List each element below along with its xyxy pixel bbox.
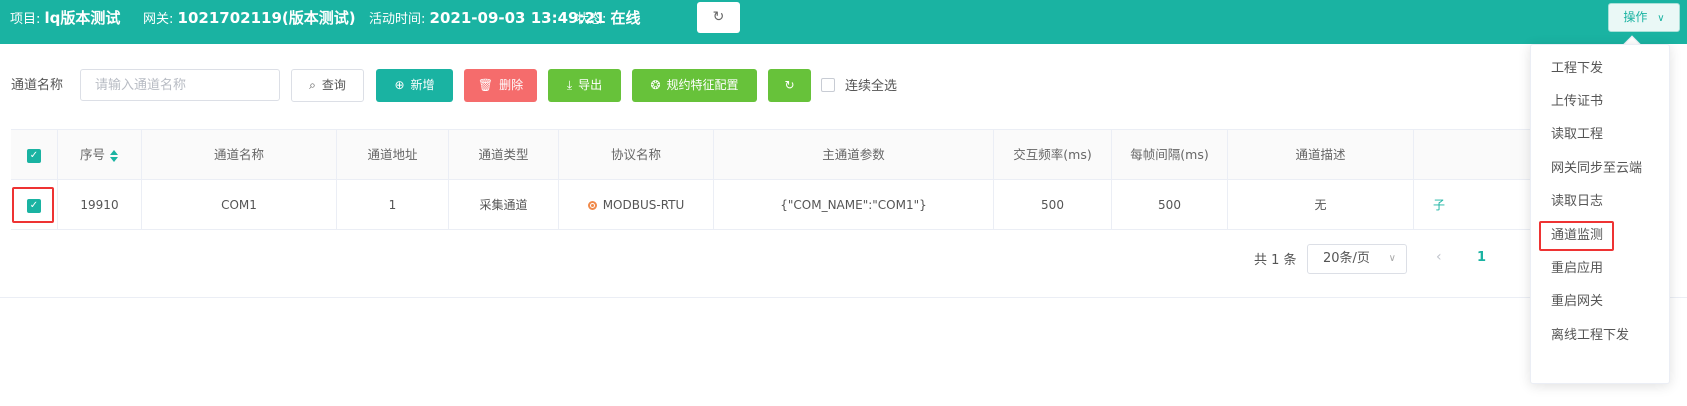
column-header-params: 主通道参数 (713, 130, 993, 180)
chevron-down-icon: ∨ (1388, 253, 1396, 264)
column-header-name: 通道名称 (141, 130, 336, 180)
protocol-config-button[interactable]: ❂ 规约特征配置 (632, 69, 757, 102)
download-icon: ⤓ (566, 78, 573, 92)
sort-icon[interactable] (109, 149, 119, 162)
menu-item-read-project[interactable]: 读取工程 (1531, 121, 1671, 149)
row-checkbox-cell[interactable]: ✓ (11, 180, 57, 230)
refresh-icon: ↻ (784, 78, 795, 92)
cell-interval: 500 (1111, 180, 1227, 230)
operation-label: 操作 (1623, 10, 1648, 24)
gateway-value: 1021702119(版本测试) (177, 9, 356, 27)
delete-button[interactable]: 🗑︎ 删除 (464, 69, 537, 102)
trash-icon: 🗑︎ (477, 78, 494, 92)
cell-seq: 19910 (57, 180, 141, 230)
cell-freq: 500 (993, 180, 1111, 230)
menu-item-deploy-project[interactable]: 工程下发 (1531, 55, 1671, 83)
active-time-label: 活动时间: (369, 12, 426, 27)
project-label: 项目: (10, 12, 41, 27)
current-page[interactable]: 1 (1477, 250, 1486, 265)
column-header-protocol: 协议名称 (558, 130, 713, 180)
chevron-down-icon: ∨ (1657, 13, 1665, 24)
project-info: 项目: lq版本测试 (10, 0, 120, 36)
prev-page-button[interactable]: ‹ (1436, 249, 1442, 265)
cell-type: 采集通道 (448, 180, 558, 230)
add-button[interactable]: ⊕ 新增 (376, 69, 453, 102)
radio-dot-icon (587, 201, 597, 210)
section-divider (0, 297, 1687, 298)
row-operation-link[interactable]: 子 (1424, 180, 1454, 230)
table-row[interactable]: ✓ 19910 COM1 1 采集通道 MODBUS-RTU {"COM_NAM… (11, 180, 1551, 230)
column-header-address: 通道地址 (336, 130, 448, 180)
cell-desc: 无 (1227, 180, 1413, 230)
query-button[interactable]: ⌕ 查询 (291, 69, 364, 102)
channel-table: ✓ 序号 通道名称 通道地址 通道类型 协议名称 主通道参数 交互频率(ms) … (11, 129, 1551, 230)
page-size-select[interactable]: 20条/页 ∨ (1307, 244, 1407, 274)
cell-protocol: MODBUS-RTU (558, 180, 713, 230)
export-label: 导出 (578, 78, 603, 92)
add-label: 新增 (410, 78, 435, 92)
project-value: lq版本测试 (44, 9, 121, 27)
operation-dropdown-button[interactable]: 操作 ∨ (1608, 3, 1680, 32)
channel-name-search-input[interactable] (80, 69, 280, 101)
query-label: 查询 (321, 78, 346, 92)
menu-item-restart-app[interactable]: 重启应用 (1531, 255, 1671, 283)
gateway-info: 网关: 1021702119(版本测试) (143, 0, 356, 36)
header-refresh-button[interactable]: ↻ (697, 2, 740, 33)
menu-item-channel-monitor[interactable]: 通道监测 (1531, 221, 1671, 251)
status-value: 在线 (610, 9, 641, 27)
select-all-label: 连续全选 (845, 79, 898, 94)
column-header-interval: 每帧间隔(ms) (1111, 130, 1227, 180)
top-header: 项目: lq版本测试 网关: 1021702119(版本测试) 活动时间: 20… (0, 0, 1687, 44)
cell-protocol-text: MODBUS-RTU (602, 198, 685, 212)
operation-dropdown-menu: 工程下发 上传证书 读取工程 网关同步至云端 读取日志 通道监测 重启应用 重启… (1530, 44, 1670, 384)
menu-item-read-log[interactable]: 读取日志 (1531, 188, 1671, 216)
cell-name: COM1 (141, 180, 336, 230)
select-all-checkbox[interactable] (821, 78, 835, 92)
column-header-type: 通道类型 (448, 130, 558, 180)
page-size-value: 20条/页 (1323, 251, 1370, 266)
cell-params: {"COM_NAME":"COM1"} (713, 180, 993, 230)
search-label: 通道名称 (11, 78, 64, 93)
header-checkbox[interactable]: ✓ (27, 148, 41, 163)
protocol-config-label: 规约特征配置 (666, 78, 739, 92)
settings-icon: ❂ (650, 78, 661, 92)
header-checkbox-cell[interactable]: ✓ (11, 130, 57, 180)
cell-address: 1 (336, 180, 448, 230)
search-icon: ⌕ (309, 78, 316, 92)
status-info: 状态: 在线 (576, 0, 641, 36)
gateway-label: 网关: (143, 12, 174, 27)
status-label: 状态: (576, 12, 607, 27)
table-header-row: ✓ 序号 通道名称 通道地址 通道类型 协议名称 主通道参数 交互频率(ms) … (11, 130, 1551, 180)
menu-item-upload-cert[interactable]: 上传证书 (1531, 88, 1671, 116)
pagination-total: 共 1 条 (1254, 253, 1297, 268)
column-header-seq[interactable]: 序号 (57, 130, 141, 180)
plus-circle-icon: ⊕ (394, 78, 405, 92)
toolbar-refresh-button[interactable]: ↻ (768, 69, 811, 102)
menu-item-restart-gateway[interactable]: 重启网关 (1531, 288, 1671, 316)
refresh-icon: ↻ (712, 9, 725, 25)
column-header-desc: 通道描述 (1227, 130, 1413, 180)
delete-label: 删除 (499, 78, 524, 92)
highlight-box (12, 187, 54, 223)
column-header-freq: 交互频率(ms) (993, 130, 1111, 180)
menu-item-offline-deploy[interactable]: 离线工程下发 (1531, 322, 1671, 350)
menu-item-sync-cloud[interactable]: 网关同步至云端 (1531, 155, 1671, 183)
active-time-info: 活动时间: 2021-09-03 13:49:21 (369, 0, 605, 36)
highlight-box (1539, 221, 1614, 251)
export-button[interactable]: ⤓ 导出 (548, 69, 621, 102)
